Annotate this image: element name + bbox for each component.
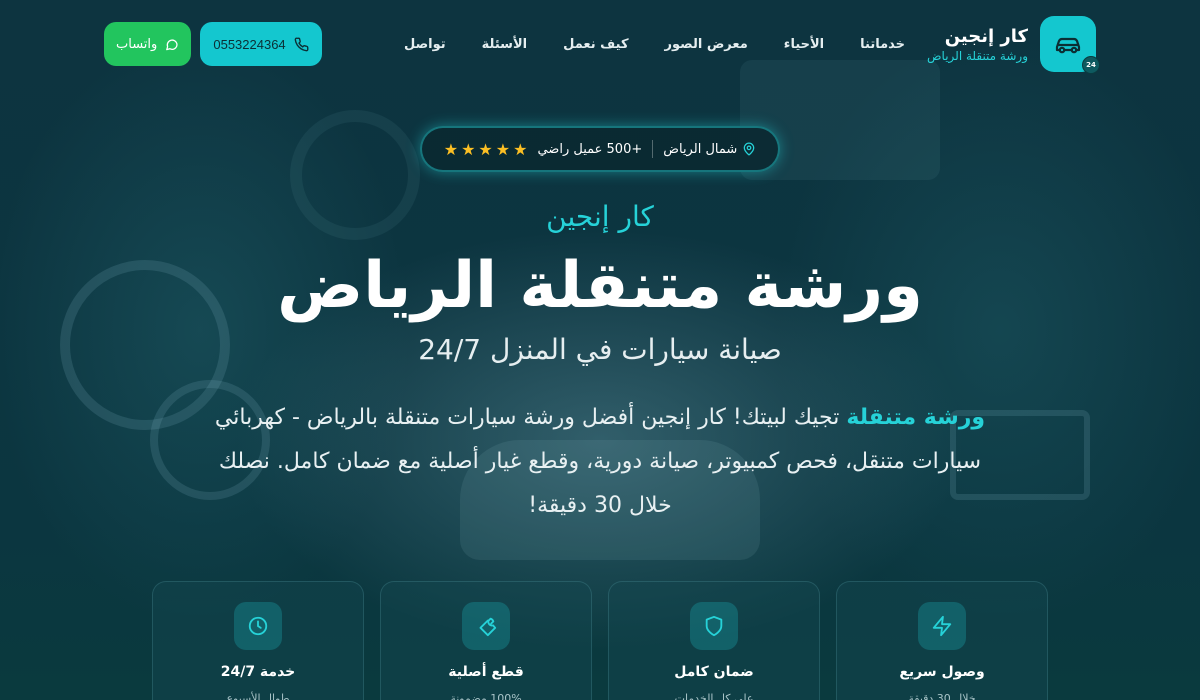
- whatsapp-label: واتساب: [116, 36, 158, 52]
- hero-subtitle: صيانة سيارات في المنزل 24/7: [418, 333, 782, 367]
- feature-title: ضمان كامل: [674, 664, 754, 680]
- lightning-icon: [918, 602, 966, 650]
- feature-card-warranty: ضمان كامل على كل الخدمات: [608, 581, 820, 700]
- clock-icon: [234, 602, 282, 650]
- star-icon: ★: [443, 139, 459, 159]
- map-pin-icon: [743, 142, 755, 156]
- brand[interactable]: 24 كار إنجين ورشة متنقلة الرياض: [927, 16, 1100, 74]
- hero-description: ورشة متنقلة تجيك لبيتك! كار إنجين أفضل و…: [210, 396, 990, 528]
- brand-name: كار إنجين: [944, 25, 1028, 47]
- site-header: 24 كار إنجين ورشة متنقلة الرياض خدماتنا …: [104, 16, 1100, 74]
- wrench-icon: [462, 602, 510, 650]
- star-icon: ★: [478, 139, 493, 159]
- main-nav: خدماتنا الأحياء معرض الصور كيف نعمل الأس…: [404, 37, 905, 52]
- chat-bubble-icon: [166, 38, 178, 50]
- nav-item-services[interactable]: خدماتنا: [860, 37, 905, 52]
- star-icon: ★: [461, 139, 476, 159]
- page-title: ورشة متنقلة الرياض: [277, 249, 923, 323]
- header-actions: واتساب 0553224364: [104, 22, 323, 66]
- feature-card-24-7: خدمة 24/7 طوال الأسبوع: [152, 581, 364, 700]
- logo-badge: 24: [1082, 56, 1100, 74]
- feature-title: قطع أصلية: [448, 664, 524, 680]
- nav-item-how-it-works[interactable]: كيف نعمل: [563, 37, 628, 52]
- description-highlight: ورشة متنقلة: [846, 405, 986, 431]
- feature-card-original-parts: قطع أصلية 100% مضمونة: [380, 581, 592, 700]
- feature-subtitle: طوال الأسبوع: [226, 692, 290, 700]
- location-badge: شمال الرياض: [663, 142, 756, 157]
- location-text: شمال الرياض: [663, 141, 738, 157]
- nav-item-contact[interactable]: تواصل: [404, 37, 446, 52]
- feature-card-fast-arrival: وصول سريع خلال 30 دقيقة: [836, 581, 1048, 700]
- phone-icon: [294, 37, 309, 51]
- phone-button[interactable]: 0553224364: [200, 22, 323, 66]
- trust-badge: شمال الرياض +500 عميل راضي ★ ★ ★ ★ ★: [420, 126, 780, 172]
- badge-divider: [652, 140, 654, 158]
- feature-title: وصول سريع: [899, 664, 985, 680]
- feature-subtitle: خلال 30 دقيقة: [908, 692, 976, 700]
- star-icon: ★: [495, 139, 511, 159]
- car-icon: [1055, 37, 1081, 54]
- shield-icon: [690, 602, 738, 650]
- customers-count: +500 عميل راضي: [537, 141, 643, 157]
- hero-brand: كار إنجين: [546, 200, 654, 233]
- brand-subtitle: ورشة متنقلة الرياض: [927, 48, 1028, 63]
- features-row: وصول سريع خلال 30 دقيقة ضمان كامل على كل…: [152, 581, 1048, 700]
- phone-number: 0553224364: [213, 36, 286, 52]
- hero-section: كار إنجين ورشة متنقلة الرياض صيانة سيارا…: [0, 200, 1200, 528]
- feature-subtitle: 100% مضمونة: [450, 692, 522, 700]
- nav-item-gallery[interactable]: معرض الصور: [665, 37, 748, 52]
- rating-stars: ★ ★ ★ ★ ★: [444, 140, 528, 159]
- logo: 24: [1040, 16, 1100, 74]
- nav-item-faq[interactable]: الأسئلة: [482, 37, 527, 52]
- star-icon: ★: [513, 139, 528, 159]
- nav-item-districts[interactable]: الأحياء: [784, 37, 824, 52]
- feature-subtitle: على كل الخدمات: [674, 692, 754, 700]
- feature-title: خدمة 24/7: [220, 664, 296, 680]
- whatsapp-button[interactable]: واتساب: [104, 22, 192, 66]
